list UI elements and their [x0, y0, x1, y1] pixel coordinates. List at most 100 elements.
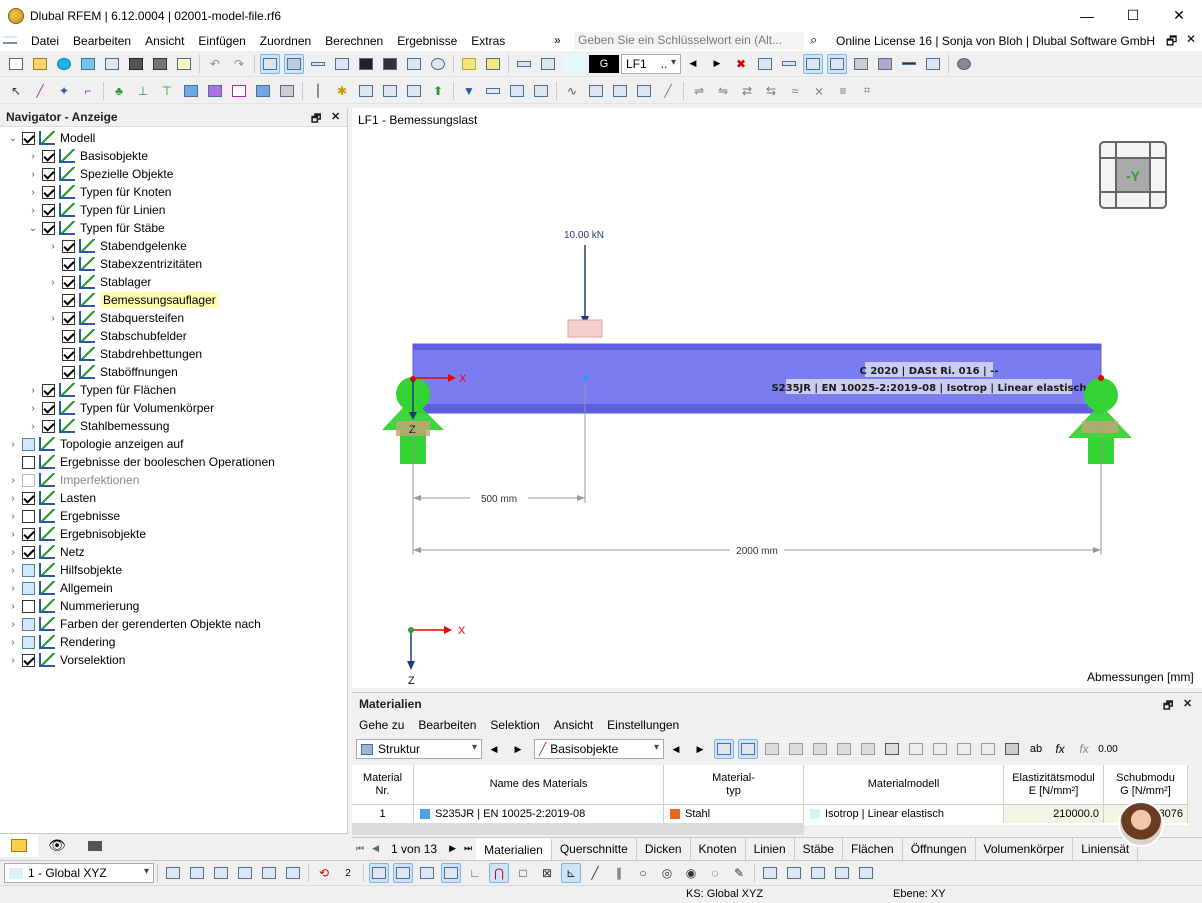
webservice-icon[interactable] [78, 54, 98, 74]
expand-icon[interactable]: › [6, 529, 20, 540]
function-icon[interactable]: fx [1050, 739, 1070, 759]
tree-checkbox[interactable] [42, 401, 55, 415]
menu-berechnen[interactable]: Berechnen [318, 34, 390, 48]
expand-icon[interactable]: › [46, 313, 60, 324]
tab-staebe[interactable]: Stäbe [795, 837, 843, 860]
tree-item-topologie-anzeigen-auf[interactable]: › Topologie anzeigen auf [6, 435, 183, 453]
menu-einstellungen[interactable]: Einstellungen [600, 718, 686, 732]
navigator-float-icon[interactable]: 🗗 [311, 110, 321, 129]
snap-grid-icon[interactable] [187, 863, 207, 883]
snap-line-icon[interactable]: ╱ [585, 863, 605, 883]
horizontal-scrollbar[interactable] [352, 823, 804, 835]
object-type-select[interactable]: ╱ Basisobjekte ▾ [534, 739, 664, 759]
expand-icon[interactable]: › [6, 439, 20, 450]
tree-item-typen-für-flächen[interactable]: › Typen für Flächen [26, 381, 176, 399]
col-header-type[interactable]: Material-typ [664, 765, 804, 805]
snap-solid-icon[interactable] [259, 863, 279, 883]
tree-item-rendering[interactable]: › Rendering [6, 633, 115, 651]
snap-center-icon[interactable]: ◎ [657, 863, 677, 883]
insert-row-icon[interactable] [762, 739, 782, 759]
tree-checkbox[interactable] [42, 383, 55, 397]
expand-icon[interactable]: › [26, 403, 40, 414]
beam-member[interactable] [412, 343, 1102, 414]
tree-checkbox[interactable] [42, 221, 55, 235]
coordinate-system-select[interactable]: 1 - Global XYZ ▾ [4, 863, 154, 883]
settings-icon[interactable] [954, 54, 974, 74]
load-point-icon[interactable] [356, 81, 376, 101]
tree-checkbox[interactable] [22, 491, 35, 505]
tree-item-stabexzentrizitäten[interactable]: Stabexzentrizitäten [46, 255, 202, 273]
script-icon[interactable] [380, 54, 400, 74]
tree-item-stabquersteifen[interactable]: › Stabquersteifen [46, 309, 184, 327]
expand-icon[interactable]: › [6, 493, 20, 504]
prev-table-icon[interactable]: ◀ [666, 739, 686, 759]
next-table-icon[interactable]: ▶ [690, 739, 710, 759]
tree-item-vorselektion[interactable]: › Vorselektion [6, 651, 125, 669]
minimize-button[interactable]: — [1064, 0, 1110, 31]
menu-mat-bearbeiten[interactable]: Bearbeiten [411, 718, 483, 732]
tab-data-icon[interactable] [0, 834, 38, 857]
rotate-icon[interactable] [610, 81, 630, 101]
divide-icon[interactable]: ⇌ [689, 81, 709, 101]
render-icon[interactable] [428, 54, 448, 74]
snap-perp-icon[interactable]: ⊾ [561, 863, 581, 883]
collapse-icon[interactable]: ⌄ [26, 223, 40, 234]
table-view-icon[interactable] [1002, 739, 1022, 759]
previous-load-case-icon[interactable]: ◀ [683, 54, 703, 74]
snap-toggle-4-icon[interactable] [441, 863, 461, 883]
menu-datei[interactable]: Datei [24, 34, 66, 48]
col-header-g[interactable]: Schubmodu G [N/mm²] [1104, 765, 1188, 805]
dimension-icon[interactable] [308, 54, 328, 74]
move-left-icon[interactable] [954, 739, 974, 759]
tree-checkbox[interactable] [42, 203, 55, 217]
tree-item-stahlbemessung[interactable]: › Stahlbemessung [26, 417, 169, 435]
load-line-icon[interactable] [380, 81, 400, 101]
tree-item-staböffnungen[interactable]: Staböffnungen [46, 363, 178, 381]
col-header-name[interactable]: Name des Materials [414, 765, 664, 805]
tree-checkbox[interactable] [62, 347, 75, 361]
tree-item-typen-für-stäbe[interactable]: ⌄ Typen für Stäbe [26, 219, 165, 237]
tree-item-typen-für-volumenkörper[interactable]: › Typen für Volumenkörper [26, 399, 214, 417]
menu-mat-ansicht[interactable]: Ansicht [547, 718, 600, 732]
tree-item-spezielle-objekte[interactable]: › Spezielle Objekte [26, 165, 173, 183]
cloud-icon[interactable] [54, 54, 74, 74]
load-surface-icon[interactable] [404, 81, 424, 101]
filter-icon[interactable]: ▼ [459, 81, 479, 101]
tab-knoten[interactable]: Knoten [691, 837, 746, 860]
hinge-icon[interactable]: ⊤ [157, 81, 177, 101]
tree-checkbox[interactable] [62, 293, 75, 307]
grid-icon[interactable]: ⌗ [857, 81, 877, 101]
section-view-icon[interactable] [332, 54, 352, 74]
snowflake-icon[interactable] [834, 739, 854, 759]
frame-icon[interactable] [507, 81, 527, 101]
expand-icon[interactable]: › [6, 619, 20, 630]
tree-checkbox[interactable] [22, 131, 35, 145]
materials-float-icon[interactable]: 🗗 [1163, 697, 1173, 716]
align-icon[interactable]: ≡ [833, 81, 853, 101]
tree-item-stabdrehbettungen[interactable]: Stabdrehbettungen [46, 345, 202, 363]
new-file-icon[interactable] [6, 54, 26, 74]
menu-bearbeiten[interactable]: Bearbeiten [66, 34, 138, 48]
show-values-icon[interactable] [827, 53, 847, 74]
vertical-scrollbar[interactable] [1188, 765, 1202, 825]
navigator-toggle-icon[interactable] [260, 53, 280, 74]
export-icon[interactable] [906, 739, 926, 759]
col-header-model[interactable]: Materialmodell [804, 765, 1004, 805]
select-in-model-icon[interactable] [714, 739, 734, 759]
expand-icon[interactable]: › [6, 655, 20, 666]
support-icon[interactable]: ⊥ [133, 81, 153, 101]
undo-icon[interactable]: ↶ [205, 54, 225, 74]
tab-flaechen[interactable]: Flächen [843, 837, 903, 860]
line-style-icon[interactable] [899, 54, 919, 74]
cell-nr[interactable]: 1 [352, 805, 414, 823]
load-case-list-icon[interactable] [538, 54, 558, 74]
tab-linien[interactable]: Linien [746, 837, 795, 860]
camera-icon[interactable] [404, 54, 424, 74]
curve-icon[interactable]: ∿ [562, 81, 582, 101]
expand-icon[interactable]: › [26, 385, 40, 396]
snap-node-icon[interactable] [163, 863, 183, 883]
tree-checkbox[interactable] [22, 653, 35, 667]
expand-icon[interactable]: › [6, 511, 20, 522]
snap-icon[interactable] [483, 81, 503, 101]
expand-icon[interactable]: › [6, 637, 20, 648]
